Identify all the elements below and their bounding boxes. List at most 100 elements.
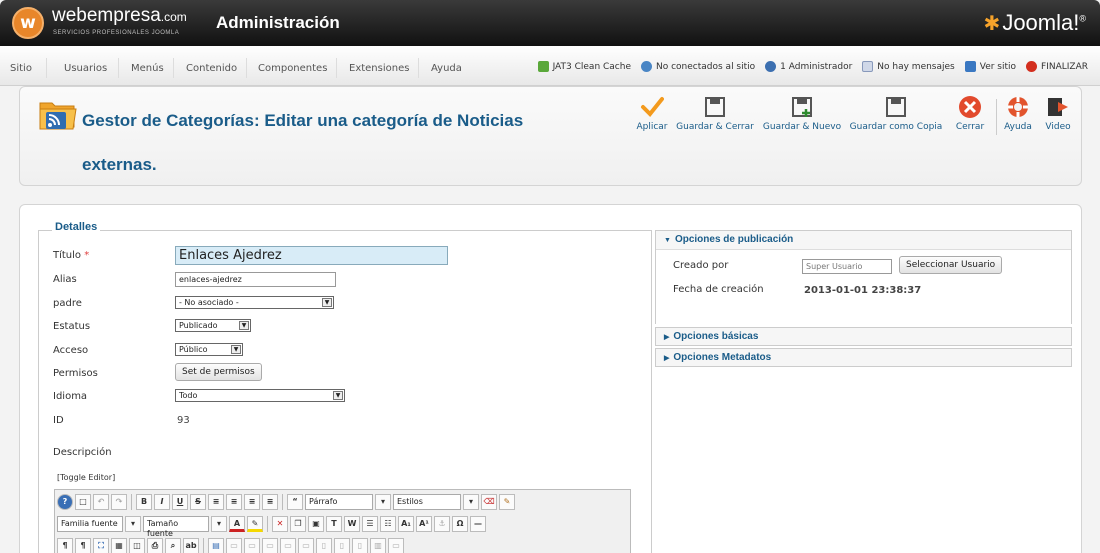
superscript-icon[interactable]: A¹	[416, 516, 432, 532]
menu-item-usuarios[interactable]: Usuarios	[64, 63, 107, 74]
video-button[interactable]: Video	[1040, 95, 1076, 132]
paste-text-icon[interactable]: T	[326, 516, 342, 532]
horizontal-rule-icon[interactable]: —	[470, 516, 486, 532]
table-cell-props-icon[interactable]: ▭	[244, 538, 260, 553]
bold-button[interactable]: B	[136, 494, 152, 510]
paste-word-icon[interactable]: W	[344, 516, 360, 532]
save-copy-button[interactable]: Guardar como Copia	[848, 95, 944, 132]
apply-button[interactable]: Aplicar	[632, 95, 672, 132]
language-select[interactable]: Todo ▼	[175, 389, 345, 402]
strikethrough-button[interactable]: S	[190, 494, 206, 510]
font-size-select[interactable]: Tamaño fuente	[143, 516, 209, 538]
subscript-icon[interactable]: A₁	[398, 516, 414, 532]
chevron-down-icon: ▼	[664, 237, 671, 244]
font-family-select[interactable]: Familia fuente	[57, 516, 123, 532]
chevron-down-icon[interactable]: ▾	[211, 516, 227, 532]
underline-button[interactable]: U	[172, 494, 188, 510]
editor-toolbar-row-1: ? □ ↶ ↷ B I U S ≡ ≡ ≡ ≡ “ Párrafo ▾ Esti…	[57, 492, 515, 512]
align-justify-icon[interactable]: ≡	[262, 494, 278, 510]
eraser-icon[interactable]: ⌫	[481, 494, 497, 510]
save-close-button[interactable]: Guardar & Cerrar	[674, 95, 756, 132]
status-view-site[interactable]: Ver sitio	[964, 61, 1016, 72]
styles-select[interactable]: Estilos	[393, 494, 461, 510]
status-cache[interactable]: JAT3 Clean Cache	[537, 61, 631, 72]
blockquote-icon[interactable]: “	[287, 494, 303, 510]
status-logout[interactable]: FINALIZAR	[1026, 61, 1088, 72]
help-button[interactable]: Ayuda	[1000, 95, 1036, 132]
menu-item-contenido[interactable]: Contenido	[186, 63, 237, 74]
chevron-down-icon[interactable]: ▾	[463, 494, 479, 510]
status-messages[interactable]: No hay mensajes	[862, 61, 955, 72]
title-input[interactable]: Enlaces Ajedrez	[175, 246, 448, 265]
permissions-button[interactable]: Set de permisos	[175, 363, 262, 381]
parent-select[interactable]: - No asociado - ▼	[175, 296, 334, 309]
cleanup-brush-icon[interactable]: ✎	[499, 494, 515, 510]
find-icon[interactable]: ⌕	[165, 538, 181, 553]
created-by-input[interactable]: Super Usuario	[802, 259, 892, 274]
print-icon[interactable]: ⎙	[147, 538, 163, 553]
ltr-direction-icon[interactable]: ¶	[57, 538, 73, 553]
menu-item-sitio[interactable]: Sitio	[10, 63, 32, 74]
redo-icon[interactable]: ↷	[111, 494, 127, 510]
insert-col-after-icon[interactable]: ▯	[334, 538, 350, 553]
copy-icon[interactable]: ❐	[290, 516, 306, 532]
text-color-icon[interactable]: A	[229, 516, 245, 532]
template-icon[interactable]: ◫	[129, 538, 145, 553]
chevron-down-icon[interactable]: ▾	[125, 516, 141, 532]
delete-col-icon[interactable]: ▯	[352, 538, 368, 553]
italic-button[interactable]: I	[154, 494, 170, 510]
fullscreen-icon[interactable]: ⛶	[93, 538, 109, 553]
paste-icon[interactable]: ▣	[308, 516, 324, 532]
menu-item-componentes[interactable]: Componentes	[258, 63, 327, 74]
status-select[interactable]: Publicado ▼	[175, 319, 251, 332]
select-user-button[interactable]: Seleccionar Usuario	[899, 256, 1003, 274]
status-connected: No conectados al sitio	[641, 61, 755, 72]
split-cells-icon[interactable]: ▥	[370, 538, 386, 553]
basic-options-panel[interactable]: ▶ Opciones básicas	[655, 327, 1072, 346]
toggle-editor-link[interactable]: [Toggle Editor]	[57, 473, 115, 482]
replace-icon[interactable]: ab	[183, 538, 199, 553]
metadata-options-panel[interactable]: ▶ Opciones Metadatos	[655, 348, 1072, 367]
rtl-direction-icon[interactable]: ¶	[75, 538, 91, 553]
preview-icon[interactable]: ▦	[111, 538, 127, 553]
undo-icon[interactable]: ↶	[93, 494, 109, 510]
page-toolbar: Gestor de Categorías: Editar una categor…	[19, 86, 1082, 186]
access-select[interactable]: Público ▼	[175, 343, 243, 356]
highlight-color-icon[interactable]: ✎	[247, 516, 263, 532]
chevron-down-icon[interactable]: ▾	[375, 494, 391, 510]
menu-item-ayuda[interactable]: Ayuda	[431, 63, 462, 74]
align-center-icon[interactable]: ≡	[226, 494, 242, 510]
menu-item-extensiones[interactable]: Extensiones	[349, 63, 409, 74]
new-document-icon[interactable]: □	[75, 494, 91, 510]
table-row-props-icon[interactable]: ▭	[226, 538, 242, 553]
numbered-list-icon[interactable]: ☷	[380, 516, 396, 532]
menu-item-menus[interactable]: Menús	[131, 63, 164, 74]
insert-row-after-icon[interactable]: ▭	[280, 538, 296, 553]
cut-icon[interactable]: ✕	[272, 516, 288, 532]
publishing-options-body: Creado por Super Usuario Seleccionar Usu…	[656, 249, 1071, 324]
insert-row-before-icon[interactable]: ▭	[262, 538, 278, 553]
metadata-options-header[interactable]: ▶ Opciones Metadatos	[656, 349, 1071, 367]
help-icon[interactable]: ?	[57, 494, 73, 510]
menu-separator	[46, 58, 47, 78]
webempresa-logo-icon[interactable]: w	[12, 7, 44, 39]
menu-separator	[336, 58, 337, 78]
basic-options-header[interactable]: ▶ Opciones básicas	[656, 328, 1071, 346]
joomla-logo[interactable]: ✱Joomla!®	[984, 10, 1086, 36]
bullet-list-icon[interactable]: ☰	[362, 516, 378, 532]
delete-row-icon[interactable]: ▭	[298, 538, 314, 553]
link-icon[interactable]: ⚓	[434, 516, 450, 532]
insert-col-before-icon[interactable]: ▯	[316, 538, 332, 553]
special-character-icon[interactable]: Ω	[452, 516, 468, 532]
publishing-options-panel: ▼ Opciones de publicación Creado por Supe…	[655, 230, 1072, 324]
close-button[interactable]: Cerrar	[950, 95, 990, 132]
merge-cells-icon[interactable]: ▭	[388, 538, 404, 553]
alias-input[interactable]: enlaces-ajedrez	[175, 272, 336, 287]
status-admins: 1 Administrador	[765, 61, 852, 72]
save-new-button[interactable]: Guardar & Nuevo	[762, 95, 842, 132]
paragraph-format-select[interactable]: Párrafo	[305, 494, 373, 510]
insert-table-icon[interactable]: ▤	[208, 538, 224, 553]
align-right-icon[interactable]: ≡	[244, 494, 260, 510]
align-left-icon[interactable]: ≡	[208, 494, 224, 510]
publishing-options-header[interactable]: ▼ Opciones de publicación	[656, 231, 1071, 249]
